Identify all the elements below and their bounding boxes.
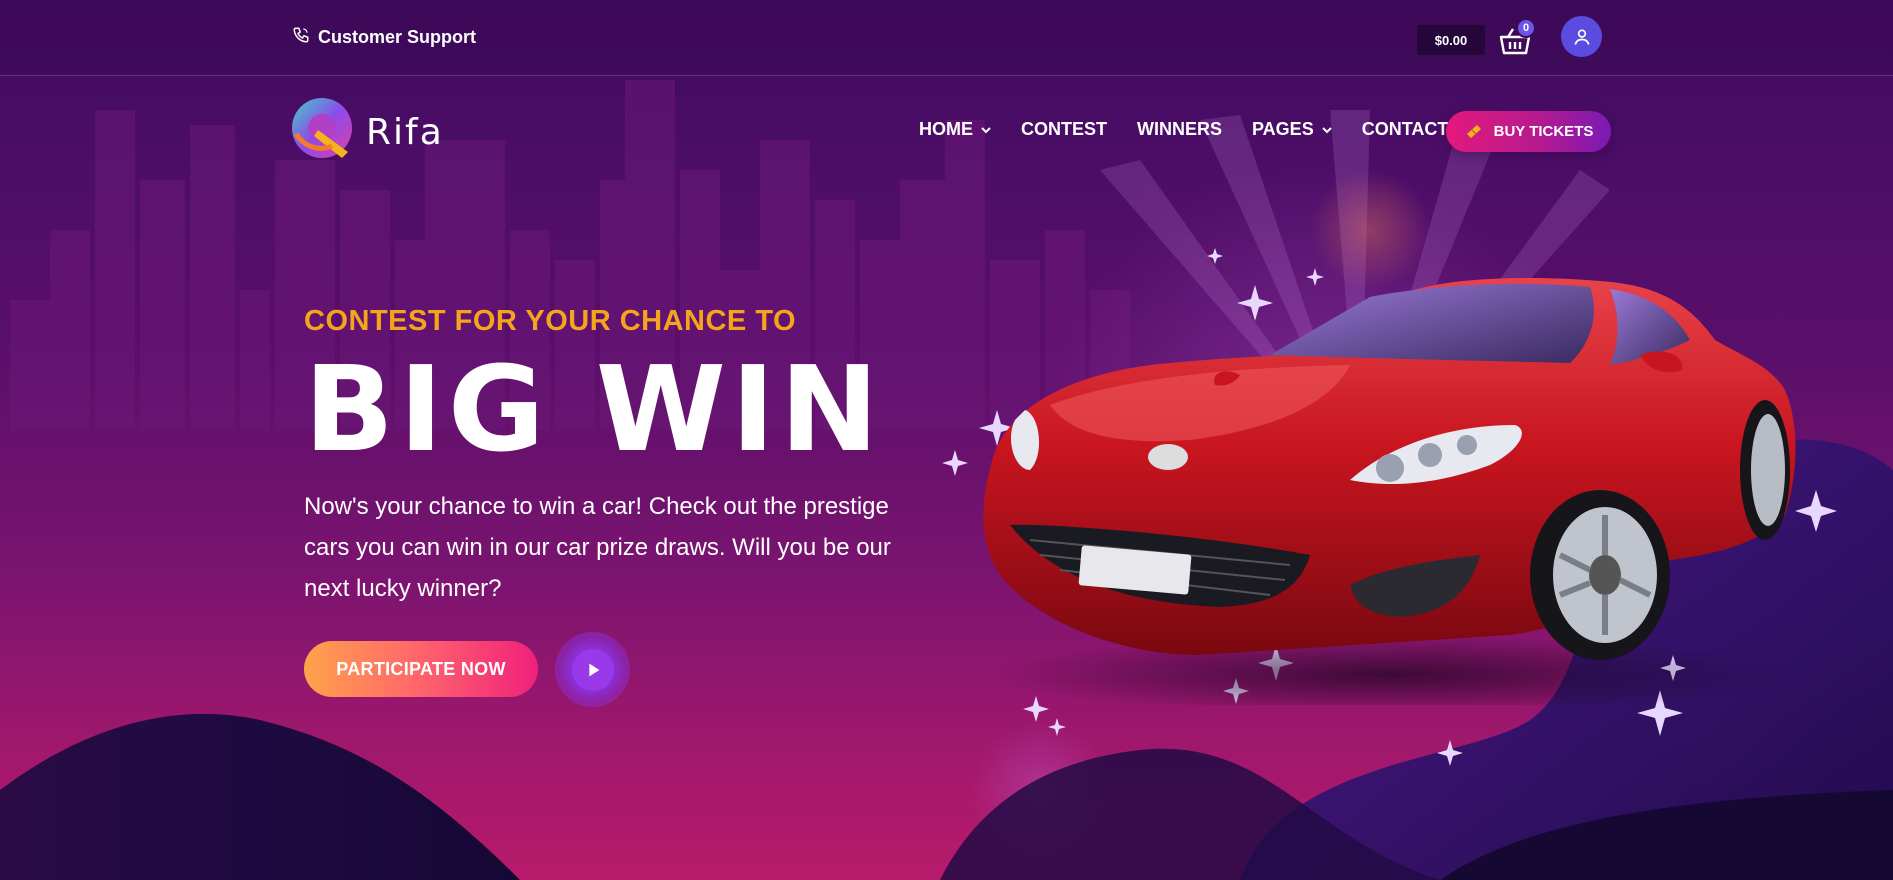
cart-count-badge: 0	[1516, 18, 1536, 38]
brand-logo[interactable]: Rifa	[290, 94, 444, 170]
user-icon	[1574, 28, 1589, 45]
nav-item-pages[interactable]: PAGES	[1252, 119, 1332, 140]
rifa-logo-icon	[292, 98, 352, 158]
brand-name: Rifa	[366, 111, 444, 153]
nav-item-label: WINNERS	[1137, 119, 1223, 139]
customer-support-link[interactable]: Customer Support	[292, 26, 476, 49]
hero-title: BIG WIN	[304, 340, 884, 478]
main-navigation: HOME CONTEST WINNERS PAGES CONTACT	[919, 119, 1448, 140]
chevron-down-icon	[1321, 126, 1332, 133]
chevron-down-icon	[981, 126, 991, 133]
nav-item-contact[interactable]: CONTACT	[1362, 119, 1449, 140]
user-account-button[interactable]	[1561, 16, 1602, 57]
hero-description: Now's your chance to win a car! Check ou…	[304, 493, 891, 602]
nav-item-home[interactable]: HOME	[919, 119, 991, 140]
nav-item-label: CONTEST	[1021, 119, 1108, 139]
nav-item-contest[interactable]: CONTEST	[1021, 119, 1107, 140]
play-button-inner	[571, 648, 614, 691]
customer-support-label: Customer Support	[318, 27, 477, 47]
nav-item-label: CONTACT	[1361, 119, 1449, 139]
play-video-button[interactable]	[555, 632, 630, 707]
phone-icon	[292, 26, 310, 49]
nav-item-label: PAGES	[1252, 119, 1314, 139]
participate-now-button[interactable]: PARTICIPATE NOW	[304, 641, 538, 697]
red-sports-car-image	[983, 277, 1796, 705]
hero-subtitle: CONTEST FOR YOUR CHANCE TO	[304, 305, 797, 337]
ticket-icon	[1466, 124, 1481, 138]
nav-item-winners[interactable]: WINNERS	[1137, 119, 1222, 140]
cart-total: $0.00	[1417, 25, 1485, 55]
nav-item-label: HOME	[919, 119, 973, 139]
top-bar: Customer Support $0.00 0	[0, 0, 1893, 76]
play-icon	[588, 663, 599, 676]
buy-tickets-label: BUY TICKETS	[1493, 123, 1594, 140]
buy-tickets-button[interactable]: BUY TICKETS	[1446, 111, 1611, 152]
